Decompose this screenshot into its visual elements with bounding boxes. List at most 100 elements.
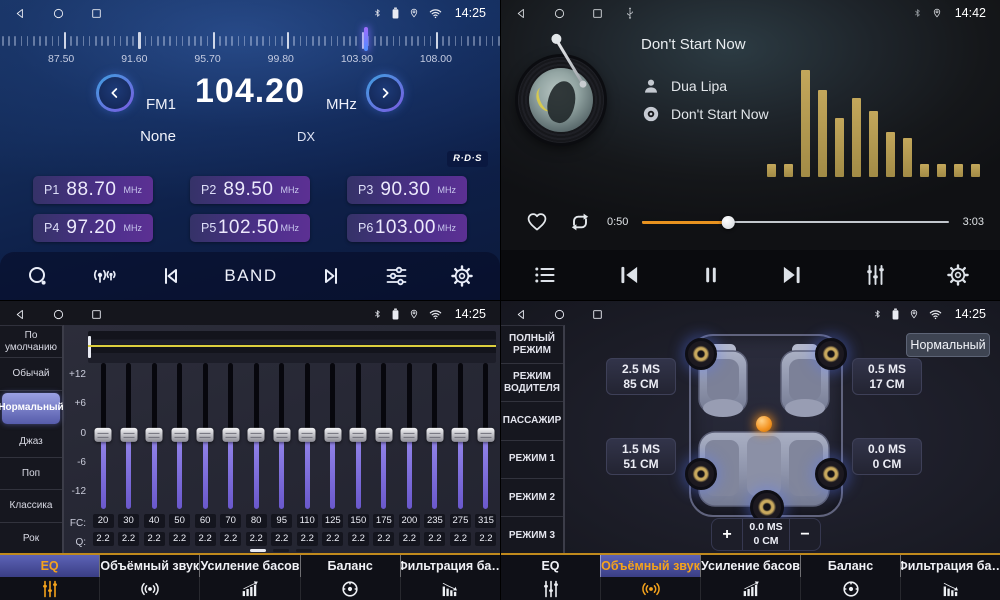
eq-band-slider[interactable] xyxy=(152,363,157,509)
slider-thumb[interactable] xyxy=(222,428,239,442)
nav-back-icon[interactable] xyxy=(515,308,528,321)
eq-preset-item[interactable]: Нормальный xyxy=(2,393,60,424)
tab-filter[interactable]: Фильтрация ба… xyxy=(400,555,500,577)
tab-surround[interactable]: Объёмный звук xyxy=(99,555,199,577)
slider-thumb[interactable] xyxy=(120,428,137,442)
eq-preset-item[interactable]: Рок xyxy=(0,523,62,555)
nav-home-icon[interactable] xyxy=(52,308,65,321)
eq-band-slider[interactable] xyxy=(330,363,335,509)
delay-front-left-button[interactable]: 2.5 MS 85 CM xyxy=(606,358,676,395)
listening-mode-item[interactable]: РЕЖИМ ВОДИТЕЛЯ xyxy=(501,364,563,402)
nav-recents-icon[interactable] xyxy=(90,7,103,20)
repeat-icon[interactable] xyxy=(567,210,593,234)
surround-tab-icon[interactable] xyxy=(600,577,700,600)
nav-recents-icon[interactable] xyxy=(591,308,604,321)
tab-eq[interactable]: EQ xyxy=(501,555,600,577)
bass-boost-tab-icon[interactable] xyxy=(199,577,299,600)
nav-back-icon[interactable] xyxy=(14,308,27,321)
listener-position-dot[interactable] xyxy=(756,416,772,432)
slider-thumb[interactable] xyxy=(299,428,316,442)
slider-thumb[interactable] xyxy=(146,428,163,442)
eq-tab-icon[interactable] xyxy=(501,577,600,600)
listening-mode-item[interactable]: РЕЖИМ 1 xyxy=(501,441,563,479)
listening-mode-item[interactable]: ПАССАЖИР xyxy=(501,402,563,440)
eq-band-slider[interactable] xyxy=(254,363,259,509)
tab-surround[interactable]: Объёмный звук xyxy=(600,555,700,577)
mixer-horizontal-icon[interactable] xyxy=(384,264,409,288)
slider-thumb[interactable] xyxy=(324,428,341,442)
scan-icon[interactable] xyxy=(26,264,50,288)
listening-mode-item[interactable]: ПОЛНЫЙ РЕЖИМ xyxy=(501,326,563,364)
preset-button[interactable]: P1 88.70 MHz xyxy=(33,176,153,204)
filter-tab-icon[interactable] xyxy=(900,577,1000,600)
delay-rear-left-button[interactable]: 1.5 MS 51 CM xyxy=(606,438,676,475)
tab-bass-boost[interactable]: Усиление басов xyxy=(199,555,299,577)
playlist-icon[interactable] xyxy=(531,263,558,287)
slider-thumb[interactable] xyxy=(248,428,265,442)
eq-preset-item[interactable]: Джаз xyxy=(0,426,62,458)
minus-button[interactable]: − xyxy=(790,519,820,550)
profile-normal-button[interactable]: Нормальный xyxy=(906,333,990,357)
preset-button[interactable]: P3 90.30 MHz xyxy=(347,176,467,204)
slider-thumb[interactable] xyxy=(426,428,443,442)
favorite-heart-icon[interactable] xyxy=(525,211,549,233)
eq-band-slider[interactable] xyxy=(356,363,361,509)
tune-up-button[interactable] xyxy=(366,74,404,112)
balance-tab-icon[interactable] xyxy=(800,577,900,600)
tune-down-button[interactable] xyxy=(96,74,134,112)
delay-rear-right-button[interactable]: 0.0 MS 0 CM xyxy=(852,438,922,475)
broadcast-seek-icon[interactable] xyxy=(91,264,118,288)
eq-band-slider[interactable] xyxy=(126,363,131,509)
nav-recents-icon[interactable] xyxy=(90,308,103,321)
tab-balance[interactable]: Баланс xyxy=(300,555,400,577)
eq-band-slider[interactable] xyxy=(228,363,233,509)
eq-band-slider[interactable] xyxy=(381,363,386,509)
mixer-vertical-icon[interactable] xyxy=(863,263,888,287)
eq-preset-item[interactable]: Классика xyxy=(0,490,62,522)
progress-thumb[interactable] xyxy=(722,216,735,229)
eq-band-slider[interactable] xyxy=(279,363,284,509)
slider-thumb[interactable] xyxy=(375,428,392,442)
preset-button[interactable]: P6 103.00 MHz xyxy=(347,214,467,242)
pause-icon[interactable] xyxy=(700,263,722,287)
frequency-ruler[interactable]: 87.5091.6095.7099.80103.90108.00 xyxy=(0,26,500,70)
listening-mode-item[interactable]: РЕЖИМ 3 xyxy=(501,517,563,555)
plus-button[interactable]: + xyxy=(712,519,742,550)
surround-tab-icon[interactable] xyxy=(99,577,199,600)
prev-track-icon[interactable] xyxy=(616,262,642,288)
listening-mode-item[interactable]: РЕЖИМ 2 xyxy=(501,479,563,517)
nav-back-icon[interactable] xyxy=(515,7,528,20)
tab-eq[interactable]: EQ xyxy=(0,555,99,577)
slider-thumb[interactable] xyxy=(452,428,469,442)
slider-thumb[interactable] xyxy=(273,428,290,442)
nav-back-icon[interactable] xyxy=(14,7,27,20)
nav-home-icon[interactable] xyxy=(553,7,566,20)
eq-preset-item[interactable]: По умолчанию xyxy=(0,326,62,358)
eq-band-slider[interactable] xyxy=(432,363,437,509)
tab-balance[interactable]: Баланс xyxy=(800,555,900,577)
nav-recents-icon[interactable] xyxy=(591,7,604,20)
nav-home-icon[interactable] xyxy=(553,308,566,321)
eq-tab-icon[interactable] xyxy=(0,577,99,600)
slider-thumb[interactable] xyxy=(197,428,214,442)
filter-tab-icon[interactable] xyxy=(400,577,500,600)
preset-button[interactable]: P4 97.20 MHz xyxy=(33,214,153,242)
slider-thumb[interactable] xyxy=(171,428,188,442)
eq-band-slider[interactable] xyxy=(305,363,310,509)
eq-preset-item[interactable]: Обычай xyxy=(0,358,62,390)
tab-bass-boost[interactable]: Усиление басов xyxy=(700,555,800,577)
seek-prev-icon[interactable] xyxy=(159,264,183,288)
eq-band-slider[interactable] xyxy=(407,363,412,509)
delay-front-right-button[interactable]: 0.5 MS 17 CM xyxy=(852,358,922,395)
progress-bar[interactable] xyxy=(642,215,948,229)
band-button[interactable]: BAND xyxy=(224,266,277,286)
eq-band-slider[interactable] xyxy=(203,363,208,509)
eq-band-slider[interactable] xyxy=(101,363,106,509)
preset-button[interactable]: P2 89.50 MHz xyxy=(190,176,310,204)
seek-next-icon[interactable] xyxy=(319,264,343,288)
tab-filter[interactable]: Фильтрация ба… xyxy=(900,555,1000,577)
settings-gear-icon[interactable] xyxy=(450,264,474,288)
bass-boost-tab-icon[interactable] xyxy=(700,577,800,600)
eq-preset-item[interactable]: Поп xyxy=(0,458,62,490)
slider-thumb[interactable] xyxy=(95,428,112,442)
